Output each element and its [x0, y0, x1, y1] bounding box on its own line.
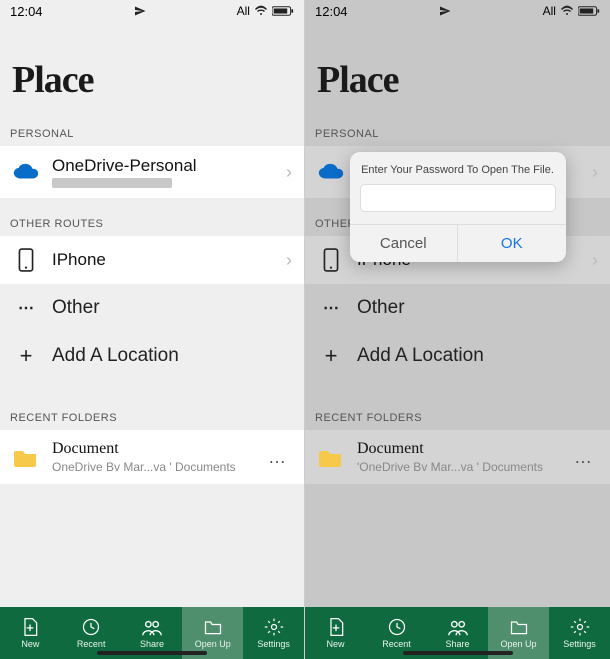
onedrive-icon: [12, 158, 40, 186]
status-time: 12:04: [10, 4, 43, 19]
section-other-routes: OTHER ROUTES: [0, 210, 304, 236]
onedrive-sublabel: [52, 178, 172, 188]
iphone-icon: [12, 246, 40, 274]
tab-new[interactable]: New: [0, 607, 61, 659]
other-row[interactable]: ⋯ Other: [0, 284, 304, 332]
iphone-label: IPhone: [52, 250, 280, 270]
status-send-icon: [134, 5, 146, 17]
more-icon[interactable]: …: [264, 447, 292, 468]
tab-settings[interactable]: Settings: [243, 607, 304, 659]
wifi-icon: [254, 5, 268, 17]
status-net: All: [237, 4, 250, 18]
password-dialog: Enter Your Password To Open The File. Ca…: [350, 152, 566, 262]
add-location-row[interactable]: + Add A Location: [0, 332, 304, 380]
status-bar: 12:04 All: [0, 0, 304, 22]
battery-icon: [272, 5, 294, 17]
document-path: OneDrive Bv Mar...va ' Documents: [52, 460, 264, 474]
iphone-row[interactable]: IPhone ›: [0, 236, 304, 284]
password-input[interactable]: [360, 184, 556, 212]
modal-overlay: Enter Your Password To Open The File. Ca…: [305, 0, 610, 659]
onedrive-row[interactable]: OneDrive-Personal ›: [0, 146, 304, 198]
dialog-message: Enter Your Password To Open The File.: [350, 152, 566, 184]
other-label: Other: [52, 297, 292, 319]
onedrive-label: OneDrive-Personal: [52, 156, 280, 176]
section-personal: PERSONAL: [0, 120, 304, 146]
chevron-right-icon: ›: [280, 250, 292, 271]
document-label: Document: [52, 440, 264, 458]
ok-button[interactable]: OK: [457, 225, 566, 262]
folder-icon: [12, 443, 40, 471]
document-row[interactable]: Document OneDrive Bv Mar...va ' Document…: [0, 430, 304, 484]
add-location-label: Add A Location: [52, 345, 292, 367]
section-recent-folders: RECENT FOLDERS: [0, 404, 304, 430]
plus-icon: +: [12, 342, 40, 370]
page-title: Place: [0, 22, 304, 120]
home-indicator: [97, 651, 207, 655]
chevron-right-icon: ›: [280, 162, 292, 183]
ellipsis-icon: ⋯: [12, 294, 40, 322]
cancel-button[interactable]: Cancel: [350, 225, 458, 262]
